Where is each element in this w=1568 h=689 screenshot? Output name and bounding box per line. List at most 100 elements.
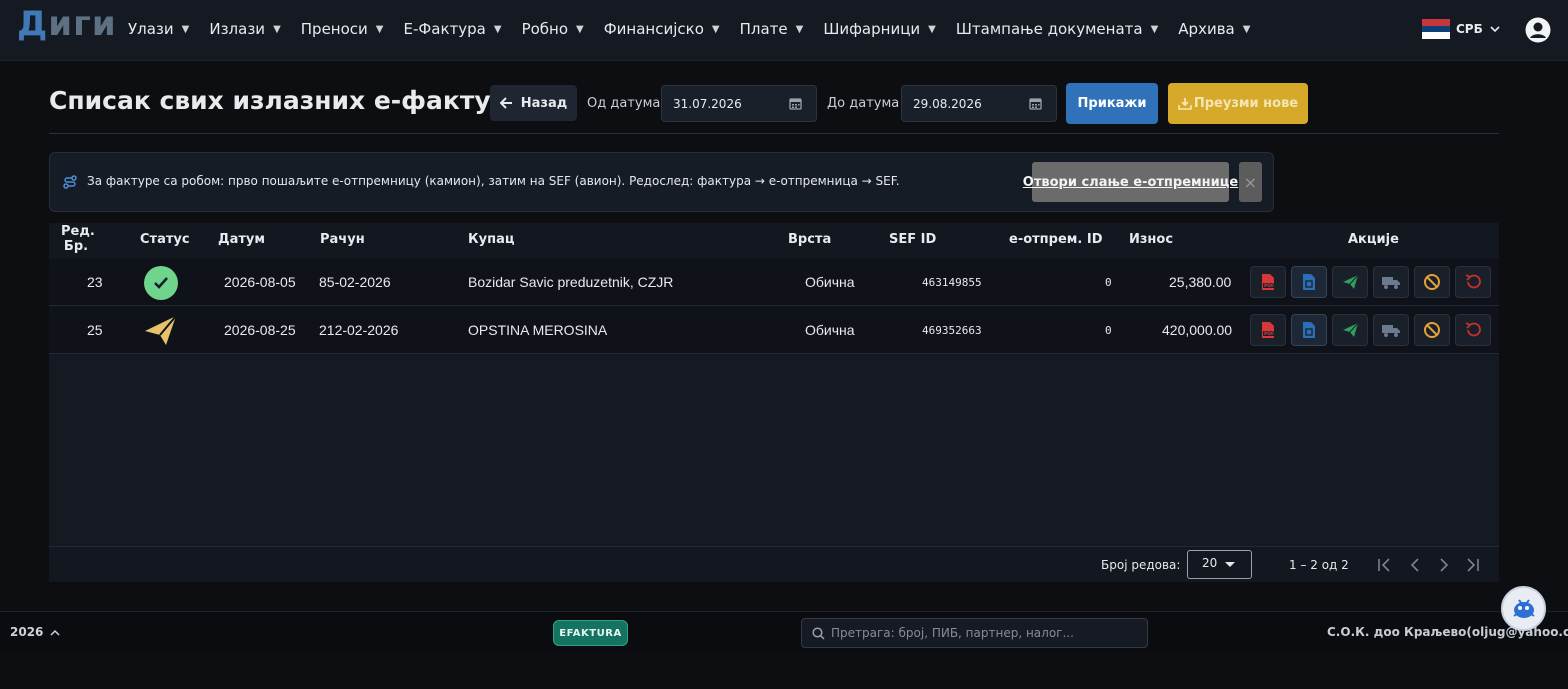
menu-izlazi[interactable]: Излази ▼	[199, 18, 290, 40]
cell-amount: 25,380.00	[1169, 274, 1232, 290]
menu-ulazi[interactable]: Улази ▼	[118, 18, 199, 40]
cancel-button[interactable]	[1414, 314, 1450, 346]
menu-sifarnici[interactable]: Шифарници ▼	[813, 18, 946, 40]
caret-down-icon: ▼	[1242, 23, 1251, 35]
col-type[interactable]: Врста	[788, 232, 831, 247]
col-date[interactable]: Датум	[218, 232, 265, 247]
back-label: Назад	[520, 95, 568, 111]
header-divider	[49, 133, 1499, 134]
user-account-icon[interactable]	[1525, 17, 1551, 43]
main-menu: Улази ▼ Излази ▼ Преноси ▼ Е-Фактура ▼ Робно…	[118, 18, 1260, 40]
caret-down-icon: ▼	[181, 23, 190, 35]
col-dispatch-id[interactable]: е-отпрем. ID	[1009, 232, 1103, 247]
send-sef-button[interactable]	[1332, 314, 1368, 346]
storno-button[interactable]	[1455, 314, 1491, 346]
route-icon	[63, 175, 77, 189]
chat-assistant-button[interactable]	[1501, 586, 1546, 631]
menu-prenosi[interactable]: Преноси ▼	[291, 18, 394, 40]
table-footer: Број редова: 20 1 – 2 од 2	[49, 546, 1499, 582]
last-page-button[interactable]	[1462, 555, 1482, 575]
xml-button[interactable]	[1291, 314, 1327, 346]
menu-efaktura[interactable]: Е-Фактура ▼	[393, 18, 511, 40]
rows-per-page-label: Број редова:	[1101, 558, 1181, 572]
chevron-right-icon	[1440, 558, 1449, 572]
first-page-button[interactable]	[1375, 555, 1395, 575]
storno-icon	[1465, 274, 1481, 289]
menu-label: Плате	[739, 20, 788, 38]
cell-date: 2026-08-25	[224, 322, 296, 338]
from-date-input[interactable]: 31.07.2026	[661, 85, 817, 122]
open-dispatch-button[interactable]: Отвори слање е-отпремнице	[1023, 162, 1238, 202]
from-date-value: 31.07.2026	[673, 96, 742, 111]
caret-down-icon: ▼	[273, 23, 281, 35]
xml-file-icon	[1303, 322, 1315, 338]
xml-button[interactable]	[1291, 266, 1327, 298]
col-status[interactable]: Статус	[140, 232, 190, 247]
row-actions: PDF	[1250, 314, 1496, 346]
menu-label: Улази	[128, 20, 174, 38]
last-page-icon	[1467, 558, 1479, 572]
to-date-value: 29.08.2026	[913, 96, 982, 111]
dispatch-button[interactable]	[1373, 314, 1409, 346]
cell-sef-id: 463149855	[922, 276, 982, 289]
download-label: Преузми нове	[1193, 96, 1299, 111]
pdf-button[interactable]: PDF	[1250, 314, 1286, 346]
status-accepted-icon	[144, 266, 178, 300]
calendar-icon[interactable]	[1029, 97, 1042, 110]
col-buyer[interactable]: Купац	[468, 232, 515, 247]
show-button[interactable]: Прикажи	[1066, 83, 1158, 124]
menu-label: Робно	[521, 20, 569, 38]
search-input[interactable]	[831, 626, 1131, 640]
rows-per-page-value: 20	[1202, 556, 1218, 570]
menu-arhiva[interactable]: Архива ▼	[1168, 18, 1260, 40]
cell-buyer: Bozidar Savic preduzetnik, CZJR	[468, 274, 674, 290]
col-sef-id[interactable]: SEF ID	[889, 232, 936, 247]
truck-icon	[1382, 324, 1400, 337]
chevron-up-icon	[50, 629, 60, 636]
banner-close-button[interactable]: ×	[1239, 162, 1262, 202]
caret-down-icon: ▼	[1150, 23, 1159, 35]
table-row[interactable]: 23 2026-08-05 85-02-2026 Bozidar Savic p…	[49, 258, 1499, 306]
prev-page-button[interactable]	[1405, 555, 1425, 575]
chat-mascot-icon	[1512, 598, 1535, 618]
send-sef-button[interactable]	[1332, 266, 1368, 298]
menu-plate[interactable]: Плате ▼	[730, 18, 814, 40]
table-row[interactable]: 25 2026-08-25 212-02-2026 OPSTINA MEROSI…	[49, 306, 1499, 354]
menu-label: Шифарници	[823, 20, 921, 38]
cell-type: Обична	[805, 274, 855, 290]
efaktura-badge[interactable]: EFAKTURA	[553, 620, 628, 646]
calendar-icon[interactable]	[789, 97, 802, 110]
col-invoice[interactable]: Рачун	[320, 232, 365, 247]
year-selector[interactable]: 2026	[10, 625, 60, 639]
download-new-button[interactable]: Преузми нове	[1168, 83, 1308, 124]
cell-dispatch-id: 0	[1105, 324, 1112, 337]
back-button[interactable]: Назад	[490, 85, 577, 121]
truck-icon	[1382, 276, 1400, 289]
cell-type: Обична	[805, 322, 855, 338]
row-actions: PDF	[1250, 266, 1496, 298]
menu-stampanje[interactable]: Штампање докумената ▼	[946, 18, 1168, 40]
xml-file-icon	[1303, 274, 1315, 290]
caret-down-icon: ▼	[928, 23, 936, 35]
app-logo[interactable]: Диги	[17, 4, 117, 44]
cell-invoice: 212-02-2026	[319, 322, 399, 338]
menu-finansijsko[interactable]: Финансијско ▼	[594, 18, 730, 40]
global-search[interactable]	[801, 618, 1148, 648]
menu-robno[interactable]: Робно ▼	[512, 18, 594, 40]
next-page-button[interactable]	[1434, 555, 1454, 575]
first-page-icon	[1378, 558, 1390, 572]
cell-rb: 25	[87, 322, 103, 338]
storno-button[interactable]	[1455, 266, 1491, 298]
send-plane-icon	[1342, 322, 1358, 337]
col-rb[interactable]: Ред. Бр.	[61, 224, 95, 254]
col-rb-line2: Бр.	[63, 239, 89, 254]
pdf-button[interactable]: PDF	[1250, 266, 1286, 298]
rows-per-page-select[interactable]: 20	[1187, 550, 1252, 579]
download-icon	[1178, 98, 1192, 110]
to-date-input[interactable]: 29.08.2026	[901, 85, 1057, 122]
dispatch-button[interactable]	[1373, 266, 1409, 298]
language-selector[interactable]: СРБ	[1422, 19, 1501, 40]
cancel-button[interactable]	[1414, 266, 1450, 298]
arrow-left-icon	[499, 97, 512, 109]
col-amount[interactable]: Износ	[1129, 232, 1173, 247]
